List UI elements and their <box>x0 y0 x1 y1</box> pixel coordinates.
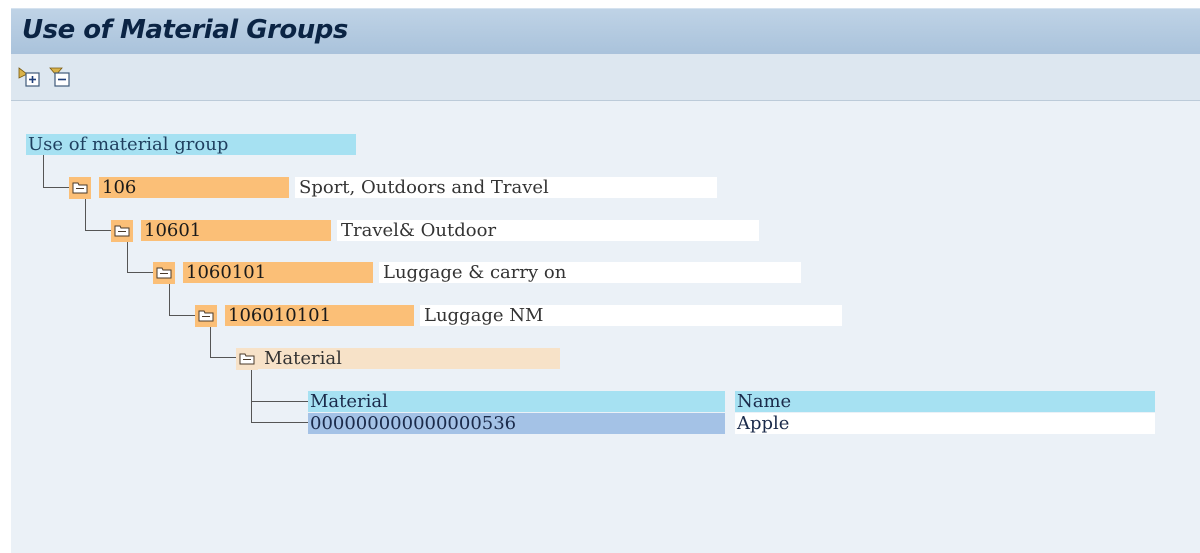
tree-root[interactable]: Use of material group <box>26 134 356 155</box>
tree-node-key[interactable]: 106 <box>99 177 289 198</box>
tree-node-text: Sport, Outdoors and Travel <box>295 177 717 198</box>
folder-icon[interactable] <box>195 305 217 327</box>
tree-node-key[interactable]: 106010101 <box>225 305 414 326</box>
tree-connector <box>251 401 309 402</box>
material-number-cell[interactable]: 000000000000000536 <box>308 413 725 434</box>
tree-node-text: Luggage NM <box>420 305 842 326</box>
toolbar <box>11 54 1200 101</box>
tree-connector <box>127 272 153 273</box>
folder-icon[interactable] <box>69 177 91 199</box>
collapse-subtree-icon[interactable] <box>49 66 71 88</box>
tree-connector <box>127 241 128 273</box>
page-title: Use of Material Groups <box>22 15 348 45</box>
tree-node-key[interactable]: 1060101 <box>183 262 373 283</box>
folder-icon[interactable] <box>236 348 258 370</box>
title-bar: Use of Material Groups <box>11 8 1200 55</box>
tree-connector <box>85 230 111 231</box>
tree-node-text: Travel& Outdoor <box>337 220 759 241</box>
expand-subtree-icon[interactable] <box>18 66 40 88</box>
folder-icon[interactable] <box>153 262 175 284</box>
tree-connector <box>251 369 252 423</box>
material-node[interactable]: Material <box>258 348 560 369</box>
folder-icon[interactable] <box>111 220 133 242</box>
material-name-cell[interactable]: Apple <box>735 413 1155 434</box>
tree-node-key[interactable]: 10601 <box>141 220 331 241</box>
tree-connector <box>43 155 44 188</box>
column-header-name[interactable]: Name <box>735 391 1155 412</box>
tree-connector <box>43 187 69 188</box>
tree-connector <box>251 422 309 423</box>
tree-connector <box>210 357 236 358</box>
tree-connector <box>85 198 86 231</box>
tree-connector <box>169 315 195 316</box>
tree-connector <box>210 326 211 358</box>
column-header-material[interactable]: Material <box>308 391 725 412</box>
tree-node-text: Luggage & carry on <box>379 262 801 283</box>
tree-connector <box>169 283 170 316</box>
left-margin <box>0 0 11 553</box>
tree-panel: Use of material group 106 Sport, Outdoor… <box>11 101 1200 553</box>
